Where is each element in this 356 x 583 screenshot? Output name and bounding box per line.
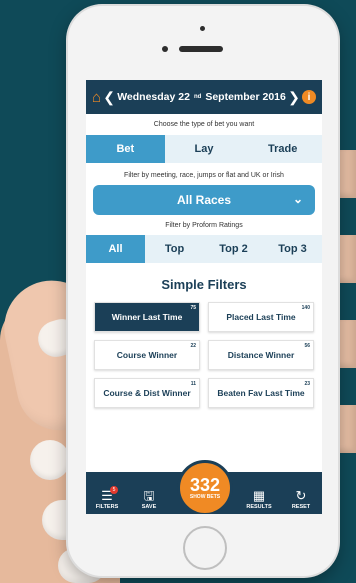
top-bar: ⌂ ❮ Wednesday 22nd September 2016 ❯ i [86, 80, 322, 114]
next-date-icon[interactable]: ❯ [288, 89, 300, 106]
save-button[interactable]: 🖫 SAVE [132, 488, 166, 514]
filter-course-dist-winner[interactable]: Course & Dist Winner 11 [94, 378, 200, 408]
chevron-down-icon: ⌄ [292, 192, 303, 206]
save-icon: 🖫 [143, 488, 155, 503]
date-month-year: September 2016 [205, 91, 286, 103]
bet-type-bet[interactable]: Bet [86, 135, 165, 163]
filters-label: FILTERS [95, 504, 119, 510]
filter-course-winner[interactable]: Course Winner 22 [94, 340, 200, 370]
results-label: RESULTS [246, 504, 272, 510]
simple-filters-title: Simple Filters [161, 277, 247, 292]
front-camera [162, 46, 168, 52]
proform-caption: Filter by Proform Ratings [165, 222, 243, 229]
prev-date-icon[interactable]: ❮ [103, 89, 115, 106]
filter-count: 56 [304, 343, 310, 349]
filters-badge: 5 [110, 486, 118, 494]
show-bets-button[interactable]: 332 SHOW BETS [177, 460, 233, 514]
filter-winner-last-time[interactable]: Winner Last Time 75 [94, 302, 200, 332]
filter-count: 11 [190, 381, 196, 387]
app-screen: ⌂ ❮ Wednesday 22nd September 2016 ❯ i Cho… [86, 80, 322, 514]
bet-type-caption: Choose the type of bet you want [153, 121, 255, 128]
filter-label: Beaten Fav Last Time [217, 388, 305, 398]
phone-device: ⌂ ❮ Wednesday 22nd September 2016 ❯ i Cho… [68, 6, 338, 576]
filters-button[interactable]: ☰ 5 FILTERS [90, 486, 124, 514]
home-icon[interactable]: ⌂ [92, 89, 101, 106]
finger-nail [30, 440, 70, 480]
filter-label: Course Winner [116, 350, 178, 360]
date-suffix: nd [193, 94, 202, 100]
filter-placed-last-time[interactable]: Placed Last Time 140 [208, 302, 314, 332]
proform-top-3[interactable]: Top 3 [263, 235, 322, 263]
bet-type-lay[interactable]: Lay [164, 135, 244, 163]
filter-label: Distance Winner [227, 350, 295, 360]
bet-type-selector: Bet Lay Trade [86, 135, 322, 163]
race-filter-dropdown[interactable]: All Races ⌄ [93, 185, 315, 215]
show-bets-label: SHOW BETS [189, 494, 221, 500]
save-label: SAVE [141, 504, 157, 510]
bar-chart-icon: ▦ [252, 488, 266, 503]
simple-filters-grid: Winner Last Time 75 Placed Last Time 140… [94, 302, 314, 408]
filter-count: 22 [190, 343, 196, 349]
reset-label: RESET [291, 504, 311, 510]
info-icon[interactable]: i [302, 90, 316, 104]
filter-count: 23 [304, 381, 310, 387]
filter-beaten-fav-last-time[interactable]: Beaten Fav Last Time 23 [208, 378, 314, 408]
date-day: Wednesday 22 [117, 91, 190, 103]
results-button[interactable]: ▦ RESULTS [242, 488, 276, 514]
filter-count: 140 [301, 305, 310, 311]
proform-selector: All Top Top 2 Top 3 [86, 235, 322, 263]
phone-home-button[interactable] [183, 526, 227, 570]
filter-label: Winner Last Time [111, 312, 183, 322]
reset-button[interactable]: ↻ RESET [284, 488, 318, 514]
refresh-icon: ↻ [295, 488, 307, 503]
sensor-dot [200, 26, 205, 31]
race-filter-caption: Filter by meeting, race, jumps or flat a… [124, 172, 284, 179]
filter-label: Placed Last Time [226, 312, 296, 322]
bottom-toolbar: ☰ 5 FILTERS 🖫 SAVE ▦ RESULTS ↻ RESET 332… [86, 460, 322, 514]
filter-distance-winner[interactable]: Distance Winner 56 [208, 340, 314, 370]
proform-all[interactable]: All [86, 235, 145, 263]
filter-label: Course & Dist Winner [103, 388, 191, 398]
earpiece-speaker [179, 46, 223, 52]
proform-top[interactable]: Top [145, 235, 204, 263]
proform-top-2[interactable]: Top 2 [204, 235, 263, 263]
sliders-icon: ☰ [101, 488, 113, 503]
show-bets-count: 332 [189, 475, 221, 495]
filter-count: 75 [190, 305, 196, 311]
bet-type-trade[interactable]: Trade [243, 135, 322, 163]
current-date: Wednesday 22nd September 2016 [117, 91, 286, 103]
race-filter-value: All Races [176, 193, 232, 207]
